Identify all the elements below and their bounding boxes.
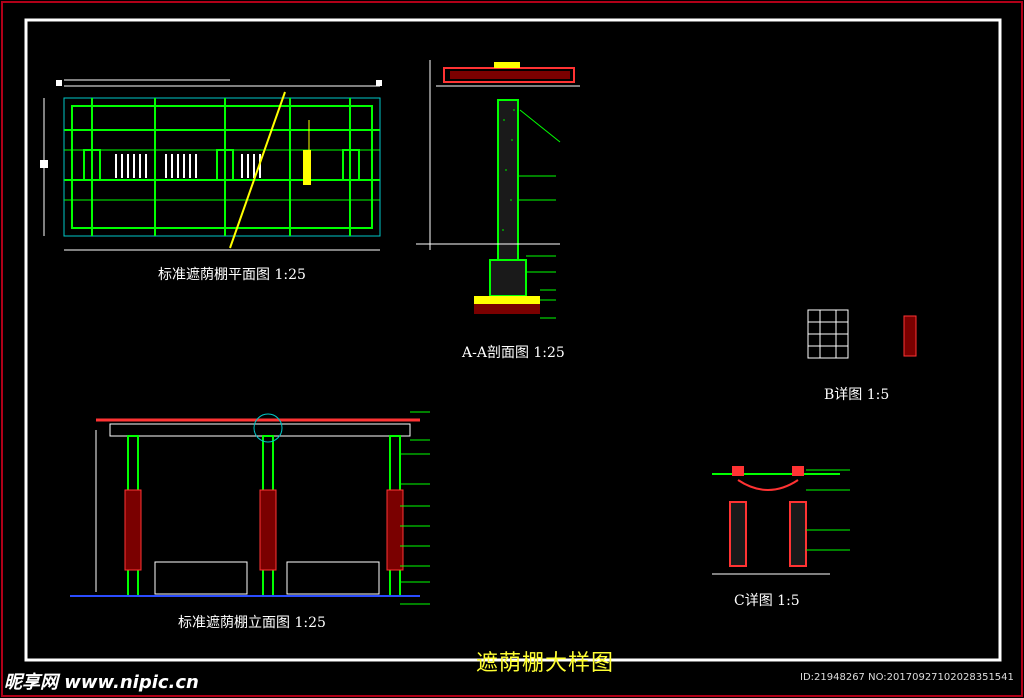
elevation-title: 标准遮荫棚立面图 1:25 <box>178 615 326 631</box>
watermark-right: ID:21948267 NO:20170927102028351541 <box>800 672 1014 683</box>
detail-c-title: C详图 1:5 <box>734 593 800 609</box>
main-title: 遮荫棚大样图 <box>476 651 615 676</box>
detail-b-title: B详图 1:5 <box>824 387 890 403</box>
section-title: A-A剖面图 1:25 <box>462 345 565 361</box>
watermark-left: 昵享网 www.nipic.cn <box>4 672 199 693</box>
plan-title: 标准遮荫棚平面图 1:25 <box>158 267 306 283</box>
